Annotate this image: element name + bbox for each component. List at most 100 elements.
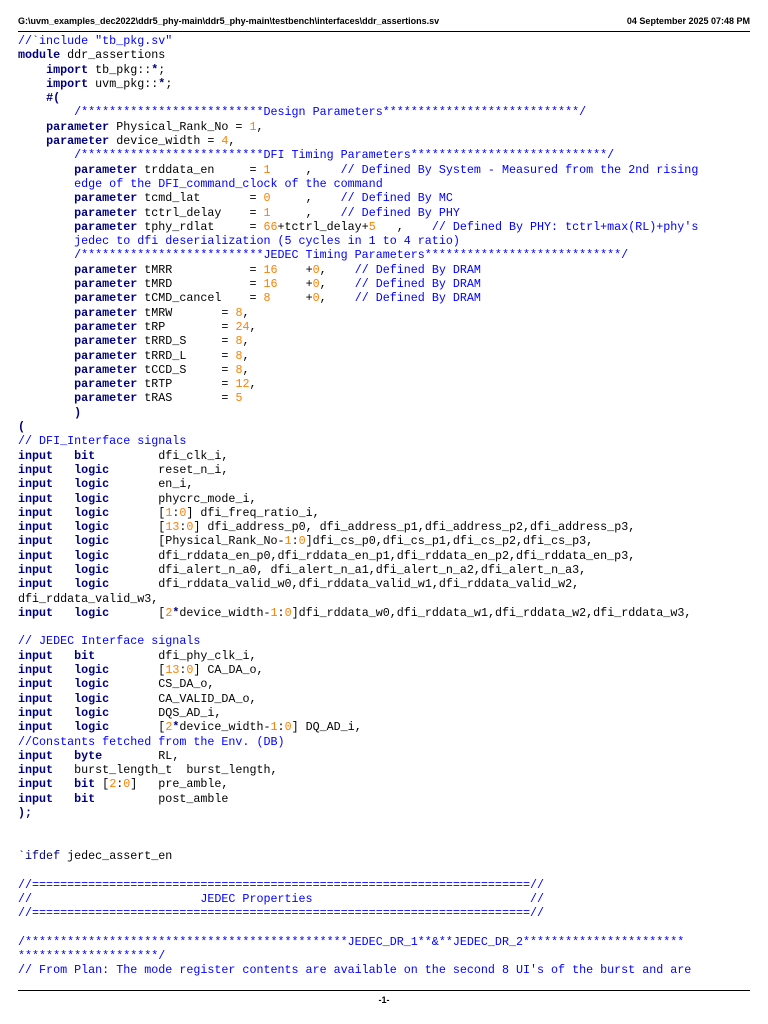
- code-token: module: [18, 48, 61, 63]
- code-line: /**************************JEDEC Timing …: [18, 248, 754, 262]
- code-line: input logic DQS_AD_i,: [18, 706, 754, 720]
- code-line: input logic CS_DA_o,: [18, 677, 754, 691]
- code-line: /***************************************…: [18, 935, 754, 949]
- code-token: logic: [74, 705, 110, 720]
- code-token: [: [109, 505, 166, 520]
- code-line: (: [18, 420, 754, 434]
- code-token: tRRD_S =: [137, 334, 236, 349]
- code-token: input: [18, 748, 54, 763]
- code-token: ): [74, 405, 82, 420]
- code-token: logic: [74, 663, 110, 678]
- code-token: input: [18, 763, 54, 778]
- code-token: CA_VALID_DA_o,: [109, 691, 257, 706]
- code-token: tcmd_lat =: [137, 191, 264, 206]
- code-line: /**************************Design Parame…: [18, 105, 754, 119]
- print-timestamp: 04 September 2025 07:48 PM: [626, 16, 750, 26]
- code-token: tMRW =: [137, 305, 236, 320]
- code-token: device_width =: [109, 134, 222, 149]
- code-token: post_amble: [95, 791, 229, 806]
- code-line: input logic [2*device_width-1:0]dfi_rdda…: [18, 606, 754, 620]
- code-token: 1: [263, 162, 271, 177]
- code-token: //======================================…: [18, 906, 545, 921]
- code-token: 5: [235, 391, 243, 406]
- header-divider: [18, 31, 750, 32]
- code-token: tRAS =: [137, 391, 236, 406]
- code-token: en_i,: [109, 477, 194, 492]
- code-token: parameter: [46, 119, 110, 134]
- code-line: );: [18, 806, 754, 820]
- code-token: );: [18, 806, 33, 821]
- code-token: input: [18, 677, 54, 692]
- code-line: input logic phycrc_mode_i,: [18, 492, 754, 506]
- code-token: ] dfi_freq_ratio_i,: [186, 505, 320, 520]
- code-line: parameter tctrl_delay = 1 , // Defined B…: [18, 206, 754, 220]
- code-token: input: [18, 648, 54, 663]
- code-token: :: [277, 605, 285, 620]
- code-token: `ifdef: [18, 848, 61, 863]
- code-line: input bit post_amble: [18, 792, 754, 806]
- code-token: 12: [235, 377, 250, 392]
- code-token: ********************/: [18, 949, 166, 963]
- code-line: input burst_length_t burst_length,: [18, 763, 754, 777]
- code-token: parameter: [74, 205, 138, 220]
- code-token: ] pre_amble,: [130, 777, 229, 792]
- code-token: ddr_assertions: [60, 48, 166, 63]
- code-line: input logic [1:0] dfi_freq_ratio_i,: [18, 506, 754, 520]
- code-token: +tctrl_delay+: [277, 219, 369, 234]
- code-token: Physical_Rank_No =: [109, 119, 250, 134]
- code-line: input logic en_i,: [18, 477, 754, 491]
- code-token: 16: [263, 277, 278, 292]
- code-token: // Defined By PHY: [340, 205, 460, 220]
- code-token: ,: [228, 134, 236, 149]
- code-token: device_width-: [179, 720, 271, 735]
- code-token: bit: [74, 791, 96, 806]
- code-token: uvm_pkg::: [88, 76, 159, 91]
- code-line: // JEDEC Interface signals: [18, 634, 754, 648]
- code-line: parameter tCMD_cancel = 8 +0, // Defined…: [18, 291, 754, 305]
- code-token: [: [109, 605, 166, 620]
- code-token: (: [18, 420, 26, 435]
- code-token: input: [18, 491, 54, 506]
- code-token: ,: [319, 262, 355, 277]
- code-token: tb_pkg::: [88, 62, 152, 77]
- code-token: logic: [74, 477, 110, 492]
- code-token: parameter: [74, 348, 138, 363]
- code-line: parameter tRTP = 12,: [18, 377, 754, 391]
- code-token: 0: [284, 720, 292, 735]
- code-token: 0: [312, 262, 320, 277]
- code-token: DQS_AD_i,: [109, 705, 222, 720]
- code-token: parameter: [74, 277, 138, 292]
- code-token: CS_DA_o,: [109, 677, 215, 692]
- code-token: input: [18, 705, 54, 720]
- code-token: // Defined By PHY: tctrl+max(RL)+phy's: [431, 219, 699, 234]
- code-line: parameter tRAS = 5: [18, 391, 754, 405]
- code-token: /**************************JEDEC Timing …: [74, 248, 629, 263]
- code-token: logic: [74, 605, 110, 620]
- code-line: //======================================…: [18, 878, 754, 892]
- code-line: input logic dfi_alert_n_a0, dfi_alert_n_…: [18, 563, 754, 577]
- code-token: [: [109, 663, 166, 678]
- code-token: 13: [165, 663, 180, 678]
- code-token: logic: [74, 462, 110, 477]
- code-token: logic: [74, 677, 110, 692]
- code-token: logic: [74, 505, 110, 520]
- code-token: dfi_clk_i,: [95, 448, 229, 463]
- code-token: dfi_rddata_valid_w0,dfi_rddata_valid_w1,…: [109, 577, 580, 592]
